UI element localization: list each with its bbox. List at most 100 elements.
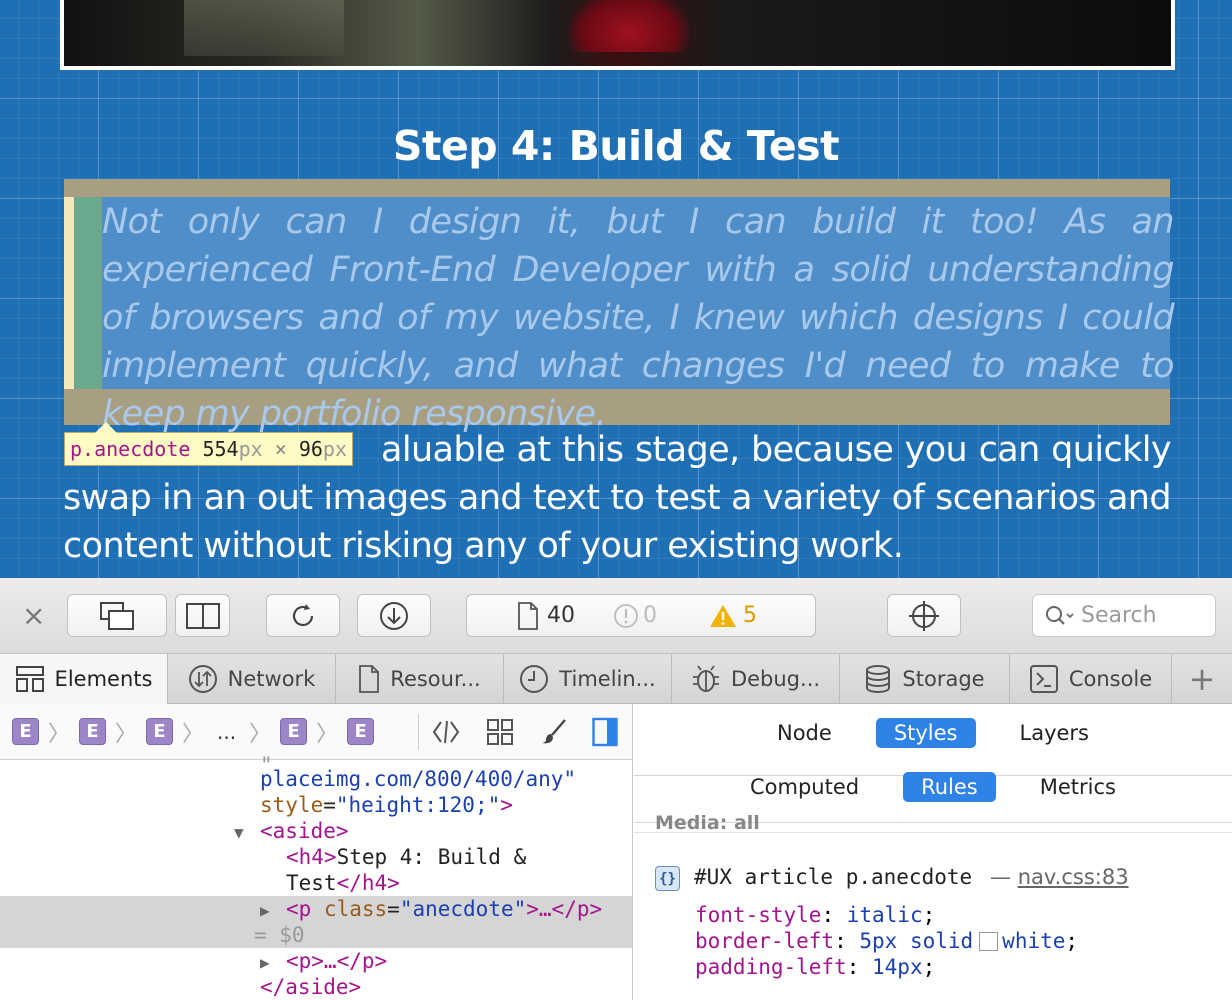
reload-button[interactable] xyxy=(266,594,340,637)
breadcrumb-element-5[interactable]: E xyxy=(347,718,375,745)
breadcrumb-element-3[interactable]: E xyxy=(146,718,174,745)
tab-storage-label: Storage xyxy=(902,667,985,691)
window-light xyxy=(184,0,344,56)
search-field[interactable] xyxy=(1032,594,1216,637)
warning-icon xyxy=(710,604,736,627)
tab-debugger-label: Debug... xyxy=(730,667,821,691)
dom-line-img-style[interactable]: style="height:120;"> xyxy=(0,792,632,818)
resources-count: 40 xyxy=(517,601,575,630)
tag-close: > xyxy=(500,793,513,817)
rule-selector[interactable]: #UX article p.anecdote xyxy=(694,865,972,889)
css-rule-icon: {} xyxy=(655,866,680,891)
tab-elements[interactable]: Elements xyxy=(0,654,168,704)
toolbar-divider xyxy=(418,714,419,750)
details-tabs: Node Styles Layers xyxy=(634,718,1232,776)
chevron-right-icon: 〉 xyxy=(48,721,71,747)
breadcrumb-ellipsis[interactable]: ... xyxy=(217,720,236,744)
tab-console-label: Console xyxy=(1068,667,1153,691)
tab-console[interactable]: Console xyxy=(1010,654,1172,704)
split-view-button[interactable] xyxy=(175,594,230,637)
dom-line-h4[interactable]: <h4>Step 4: Build & xyxy=(0,844,632,870)
tooltip-width: 554 xyxy=(202,437,239,461)
grid-icon xyxy=(487,719,513,745)
document-icon xyxy=(518,601,538,630)
download-button[interactable] xyxy=(357,594,431,637)
color-swatch[interactable] xyxy=(979,932,999,951)
error-icon xyxy=(614,603,638,628)
aside-open-tag: <aside> xyxy=(260,819,349,843)
reload-icon xyxy=(292,603,314,626)
console-ref: = $0 xyxy=(254,923,305,947)
tab-metrics[interactable]: Metrics xyxy=(1022,772,1134,802)
elements-pane: E 〉 E 〉 E 〉 ... 〉 E 〉 E " placeimg.com/8… xyxy=(0,704,633,1000)
h4-close-tag: </h4> xyxy=(336,871,400,895)
decl-color-value: white xyxy=(1002,929,1066,953)
declaration-font-style[interactable]: font-style: italic; xyxy=(695,903,935,927)
dom-line-dollar0[interactable]: = $0 xyxy=(0,922,632,948)
tooltip-times: × xyxy=(274,437,287,461)
dom-line-p-anecdote[interactable]: ▶ <p class="anecdote">…</p> xyxy=(0,896,632,924)
tab-layers[interactable]: Layers xyxy=(1002,718,1108,748)
inspector-tab-bar: Elements Network Resour... Timelin... De… xyxy=(0,654,1232,704)
database-icon xyxy=(866,665,891,694)
tooltip-selector: p.anecdote xyxy=(70,437,191,461)
triangle-right-icon[interactable]: ▶ xyxy=(260,950,270,976)
tab-resources-label: Resour... xyxy=(390,667,481,691)
decl-value: 5px solid xyxy=(859,929,974,953)
search-icon xyxy=(1046,605,1074,625)
tab-rules[interactable]: Rules xyxy=(903,772,996,802)
tab-resources[interactable]: Resour... xyxy=(336,654,504,704)
element-size-tooltip: p.anecdote 554px × 96px xyxy=(64,422,354,466)
tab-network[interactable]: Network xyxy=(168,654,336,704)
dock-button[interactable] xyxy=(67,594,167,637)
tab-node[interactable]: Node xyxy=(759,718,850,748)
breadcrumb-element-2[interactable]: E xyxy=(79,718,107,745)
p-class-value: "anecdote" xyxy=(399,897,527,921)
declaration-padding-left[interactable]: padding-left: 14px; xyxy=(695,955,935,979)
word-wrap-button[interactable] xyxy=(432,718,460,750)
toggle-details-sidebar-button[interactable] xyxy=(592,717,618,751)
console-icon xyxy=(1029,665,1058,693)
web-page: Step 4: Build & Test Not only can I desi… xyxy=(0,0,1232,578)
tab-debugger[interactable]: Debug... xyxy=(672,654,840,704)
h4-open-tag: <h4> xyxy=(286,845,337,869)
declaration-border-left[interactable]: border-left: 5px solid white; xyxy=(695,929,1078,953)
new-tab-button[interactable]: + xyxy=(1172,654,1232,704)
paint-flashing-button[interactable] xyxy=(540,718,568,750)
breadcrumb-element-4[interactable]: E xyxy=(280,718,308,745)
clock-icon xyxy=(520,665,549,693)
decl-prop: padding-left xyxy=(695,955,847,979)
tab-computed[interactable]: Computed xyxy=(732,772,877,802)
rule-source-link[interactable]: nav.css:83 xyxy=(1018,865,1129,889)
sidebar-icon xyxy=(592,717,618,747)
elements-icon xyxy=(15,666,44,692)
dom-line-h4-cont[interactable]: Test</h4> xyxy=(0,870,632,896)
step-heading: Step 4: Build & Test xyxy=(392,122,840,170)
dom-line-img-src[interactable]: placeimg.com/800/400/any" xyxy=(0,766,632,792)
tab-network-label: Network xyxy=(227,667,316,691)
wine-glass xyxy=(569,0,689,52)
dom-line-p2[interactable]: ▶ <p>…</p> xyxy=(0,948,632,976)
h4-text-line1: Step 4: Build & xyxy=(336,845,527,869)
aside-close-tag: </aside> xyxy=(260,975,362,999)
document-icon xyxy=(359,665,380,693)
tab-styles[interactable]: Styles xyxy=(875,718,976,748)
activity-status[interactable]: 40 0 5 xyxy=(466,594,816,637)
tab-storage[interactable]: Storage xyxy=(840,654,1010,704)
dom-line-aside[interactable]: ▼ <aside> xyxy=(0,818,632,846)
inspect-element-button[interactable] xyxy=(887,594,961,637)
layout-grid-button[interactable] xyxy=(486,718,514,750)
triangle-down-icon[interactable]: ▼ xyxy=(234,820,244,846)
decl-value: italic xyxy=(846,903,923,927)
triangle-right-icon[interactable]: ▶ xyxy=(260,898,270,924)
tab-timelines[interactable]: Timelin... xyxy=(504,654,672,704)
dom-line-aside-close[interactable]: </aside> xyxy=(0,974,632,1000)
anecdote-paragraph[interactable]: Not only can I design it, but I can buil… xyxy=(102,198,1175,438)
search-input[interactable] xyxy=(1081,603,1201,628)
close-icon[interactable]: × xyxy=(22,602,45,630)
warnings-count: 5 xyxy=(709,603,757,629)
attr-style-value: "height:120;" xyxy=(335,793,501,817)
decl-value: 14px xyxy=(872,955,923,979)
breadcrumb-element-1[interactable]: E xyxy=(12,718,39,745)
errors-count-value: 0 xyxy=(643,603,657,628)
